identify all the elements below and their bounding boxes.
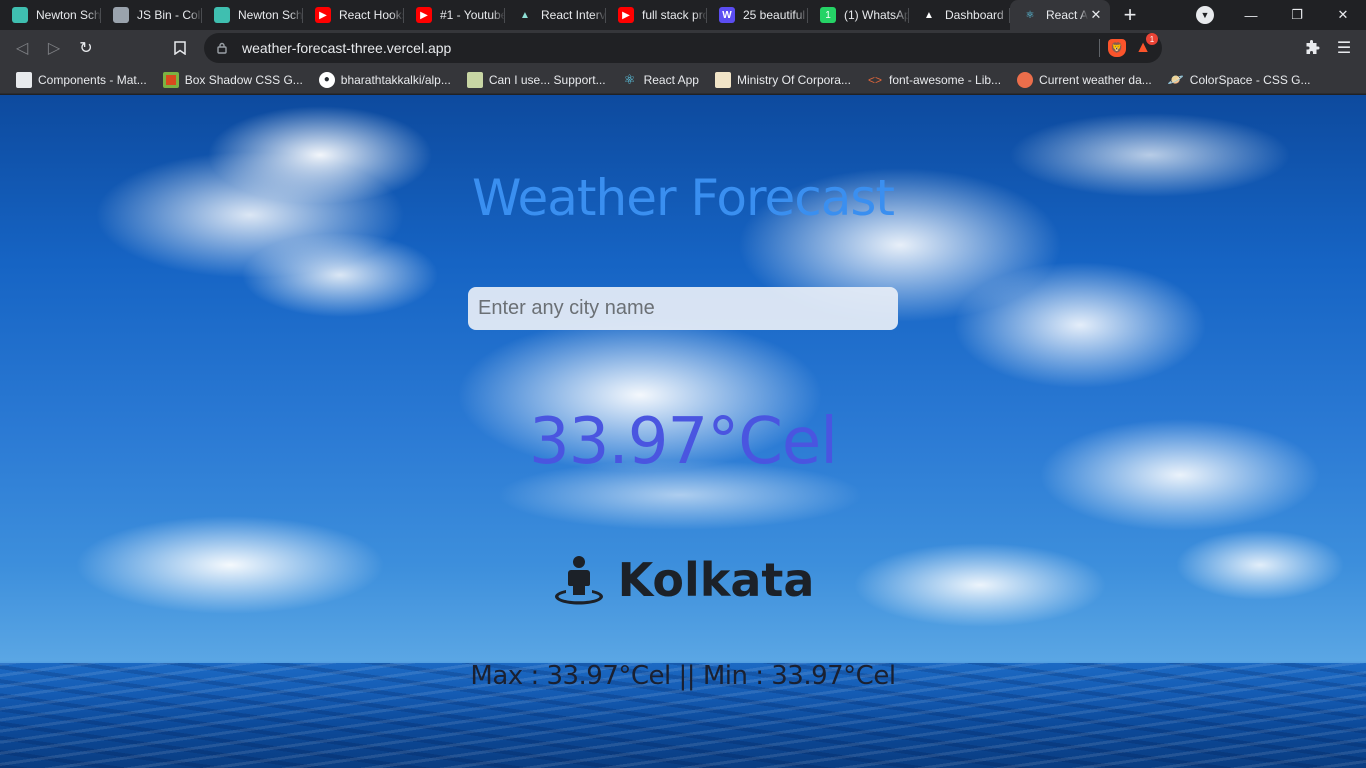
bookmark-label: React App bbox=[643, 72, 699, 87]
city-row: Kolkata bbox=[0, 553, 1366, 607]
bookmark-item[interactable]: ⚛ React App bbox=[616, 68, 705, 92]
bookmark-item[interactable]: Ministry Of Corpora... bbox=[709, 68, 857, 92]
tab-title: Newton School bbox=[36, 8, 101, 22]
tab-title: React App bbox=[1046, 8, 1088, 22]
bookmark-label: bharathtakkalki/alp... bbox=[340, 72, 451, 87]
tab[interactable]: Newton School bbox=[0, 0, 101, 30]
rewards-count-badge: 1 bbox=[1146, 33, 1158, 45]
github-icon: ● bbox=[318, 71, 335, 88]
temperature-value: 33.97°Cel bbox=[528, 405, 838, 479]
bookmarks-bar: Components - Mat... Box Shadow CSS G... … bbox=[0, 66, 1366, 94]
planet-icon: 🪐 bbox=[1167, 71, 1184, 87]
bookmark-item[interactable]: Box Shadow CSS G... bbox=[157, 68, 309, 92]
tab[interactable]: W 25 beautiful bbox=[707, 0, 808, 30]
url-text: weather-forecast-three.vercel.app bbox=[242, 40, 452, 56]
weather-app-page: Weather Forecast 33.97°Cel Kolkata Max :… bbox=[0, 95, 1366, 768]
extensions-icon[interactable] bbox=[1296, 32, 1328, 64]
tab[interactable]: Newton School bbox=[202, 0, 303, 30]
youtube-icon: ▶ bbox=[618, 7, 634, 23]
weather-icon bbox=[1017, 71, 1034, 88]
vercel-icon: ▲ bbox=[924, 9, 934, 21]
reload-icon[interactable]: ↻ bbox=[70, 32, 102, 64]
divider bbox=[1099, 39, 1100, 57]
caniuse-icon bbox=[466, 71, 483, 88]
address-bar[interactable]: weather-forecast-three.vercel.app 🦁 ▲ 1 bbox=[204, 33, 1162, 63]
close-window-button[interactable]: ✕ bbox=[1320, 0, 1366, 30]
browser-toolbar: ◁ ▷ ↻ weather-forecast-three.vercel.app … bbox=[0, 30, 1366, 66]
tab-title: Dashboard bbox=[945, 8, 1004, 22]
toolbar-right: ☰ bbox=[1296, 30, 1366, 66]
newton-school-icon bbox=[214, 7, 230, 23]
tab-active[interactable]: ⚛ React App ✕ bbox=[1010, 0, 1110, 30]
tab-strip: Newton School JS Bin - Collaborative New… bbox=[0, 0, 1366, 30]
youtube-icon: ▶ bbox=[416, 7, 432, 23]
tab-title: React Hooks bbox=[339, 8, 404, 22]
tab-search-icon[interactable]: ▼ bbox=[1196, 6, 1214, 24]
tab-title: 25 beautiful bbox=[743, 8, 806, 22]
tab[interactable]: ▶ #1 - Youtube bbox=[404, 0, 505, 30]
forward-icon[interactable]: ▷ bbox=[38, 32, 70, 64]
bookmark-item[interactable]: 🪐 ColorSpace - CSS G... bbox=[1162, 68, 1317, 92]
newton-school-icon bbox=[12, 7, 28, 23]
bookmark-label: Current weather da... bbox=[1039, 72, 1152, 87]
tab-title: (1) WhatsApp bbox=[844, 8, 909, 22]
menu-icon[interactable]: ☰ bbox=[1328, 32, 1360, 64]
tab-title: JS Bin - Collaborative bbox=[137, 8, 202, 22]
youtube-icon: ▶ bbox=[315, 7, 331, 23]
restore-button[interactable]: ❐ bbox=[1274, 0, 1320, 30]
bookmark-label: Components - Mat... bbox=[38, 72, 147, 87]
bookmark-item[interactable]: <> font-awesome - Lib... bbox=[861, 68, 1007, 92]
app-title: Weather Forecast bbox=[472, 169, 895, 227]
page-icon bbox=[16, 71, 32, 88]
bookmark-item[interactable]: Can I use... Support... bbox=[461, 68, 612, 92]
tab[interactable]: ▲ React Interview bbox=[505, 0, 606, 30]
lock-icon bbox=[216, 42, 228, 54]
brave-rewards-icon[interactable]: ▲ 1 bbox=[1134, 33, 1158, 57]
bookmark-item[interactable]: Current weather da... bbox=[1011, 68, 1158, 92]
tab-title: #1 - Youtube bbox=[440, 8, 505, 22]
bookmark-label: Box Shadow CSS G... bbox=[184, 72, 303, 87]
bookmark-label: ColorSpace - CSS G... bbox=[1189, 72, 1311, 87]
bookmark-label: Ministry Of Corpora... bbox=[736, 72, 851, 87]
jsbin-icon bbox=[113, 7, 129, 23]
minimize-button[interactable]: — bbox=[1228, 0, 1274, 30]
tab-title: Newton School bbox=[238, 8, 303, 22]
brave-shields-icon[interactable]: 🦁 bbox=[1108, 39, 1126, 57]
tab-title: full stack project bbox=[642, 8, 707, 22]
emblem-icon bbox=[714, 71, 731, 88]
tab-title: React Interview bbox=[541, 8, 606, 22]
tab[interactable]: 1 (1) WhatsApp bbox=[808, 0, 909, 30]
code-icon: <> bbox=[867, 72, 882, 87]
min-max-temperature: Max : 33.97°Cel || Min : 33.97°Cel bbox=[470, 661, 896, 691]
bookmark-icon[interactable] bbox=[164, 32, 196, 64]
bookmark-item[interactable]: Components - Mat... bbox=[10, 68, 153, 92]
new-tab-button[interactable]: + bbox=[1110, 0, 1150, 30]
tab[interactable]: ▶ React Hooks bbox=[303, 0, 404, 30]
tab[interactable]: ▲ Dashboard bbox=[909, 0, 1010, 30]
bookmark-label: Can I use... Support... bbox=[488, 72, 606, 87]
close-tab-icon[interactable]: ✕ bbox=[1088, 7, 1104, 23]
street-view-icon bbox=[554, 556, 603, 605]
react-icon: ⚛ bbox=[623, 71, 636, 87]
box-icon bbox=[162, 71, 179, 88]
bookmark-label: font-awesome - Lib... bbox=[888, 72, 1002, 87]
tab[interactable]: JS Bin - Collaborative bbox=[101, 0, 202, 30]
react-icon: ⚛ bbox=[1025, 9, 1035, 21]
whatsapp-icon: 1 bbox=[820, 7, 836, 23]
city-search-input[interactable] bbox=[468, 287, 898, 330]
city-name: Kolkata bbox=[617, 553, 815, 607]
bookmark-item[interactable]: ● bharathtakkalki/alp... bbox=[313, 68, 457, 92]
back-icon[interactable]: ◁ bbox=[6, 32, 38, 64]
w-icon: W bbox=[719, 7, 735, 23]
mountain-icon: ▲ bbox=[520, 9, 530, 21]
window-controls: ▼ — ❐ ✕ bbox=[1196, 0, 1366, 30]
tab[interactable]: ▶ full stack project bbox=[606, 0, 707, 30]
